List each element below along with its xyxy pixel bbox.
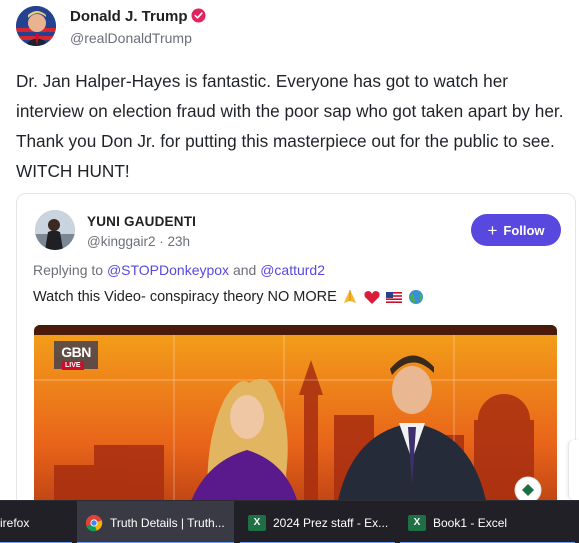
video-player[interactable]: GBN LIVE — [34, 325, 557, 512]
mention-link[interactable]: @STOPDonkeypox — [107, 262, 229, 278]
globe-icon — [408, 290, 423, 304]
truth-post: Donald J. Trump @realDonaldTrump Dr. Jan… — [0, 0, 579, 513]
side-panel-edge — [568, 440, 579, 500]
verified-badge-icon — [190, 8, 206, 23]
taskbar-item-label: Book1 - Excel — [433, 515, 508, 530]
author-name-text[interactable]: Donald J. Trump — [70, 8, 188, 25]
quoted-author-handle[interactable]: @kinggair2 — [87, 234, 156, 249]
live-badge: LIVE — [62, 361, 84, 370]
quoted-post-card[interactable]: YUNI GAUDENTI @kinggair2 · 23h + Follow … — [16, 193, 576, 513]
quoted-post-text-content: Watch this Video- conspiracy theory NO M… — [33, 289, 337, 305]
replying-prefix: Replying to — [33, 262, 104, 278]
author-name[interactable]: Donald J. Trump — [70, 8, 206, 25]
excel-icon: X — [248, 514, 266, 531]
taskbar-item-chrome[interactable]: Truth Details | Truth... — [77, 501, 234, 543]
meta-separator: · — [159, 234, 168, 249]
taskbar-item-label: 2024 Prez staff - Ex... — [273, 515, 389, 530]
quoted-author-avatar[interactable] — [35, 210, 75, 250]
video-thumbnail — [34, 325, 557, 512]
author-avatar[interactable] — [16, 6, 56, 46]
replying-to-line: Replying to @STOPDonkeypox and @catturd2 — [33, 262, 325, 278]
replying-and: and — [232, 262, 257, 278]
taskbar-item-firefox[interactable]: irefox — [0, 501, 72, 543]
taskbar-item-excel-prez-staff[interactable]: X 2024 Prez staff - Ex... — [240, 501, 395, 543]
excel-icon: X — [408, 514, 426, 531]
taskbar-item-label: irefox — [0, 515, 30, 530]
follow-button-label: Follow — [503, 222, 545, 238]
mention-link[interactable]: @catturd2 — [260, 262, 325, 278]
red-heart-icon — [364, 291, 380, 304]
windows-taskbar: irefox Truth Details | Truth... X 2024 P… — [0, 500, 579, 543]
us-flag-icon — [385, 292, 402, 303]
plus-icon: + — [487, 220, 498, 240]
quoted-post-text: Watch this Video- conspiracy theory NO M… — [33, 289, 425, 305]
post-body-text: Dr. Jan Halper-Hayes is fantastic. Every… — [16, 71, 564, 181]
praying-hands-icon — [343, 290, 356, 303]
quoted-author-meta: @kinggair2 · 23h — [87, 234, 190, 249]
author-handle[interactable]: @realDonaldTrump — [70, 30, 192, 46]
taskbar-item-label: Truth Details | Truth... — [110, 515, 225, 530]
quoted-post-time[interactable]: 23h — [168, 234, 191, 249]
chrome-icon — [85, 514, 103, 531]
taskbar-item-excel-book1[interactable]: X Book1 - Excel — [400, 501, 575, 543]
follow-button[interactable]: + Follow — [471, 214, 561, 246]
quoted-author-name[interactable]: YUNI GAUDENTI — [87, 214, 196, 229]
